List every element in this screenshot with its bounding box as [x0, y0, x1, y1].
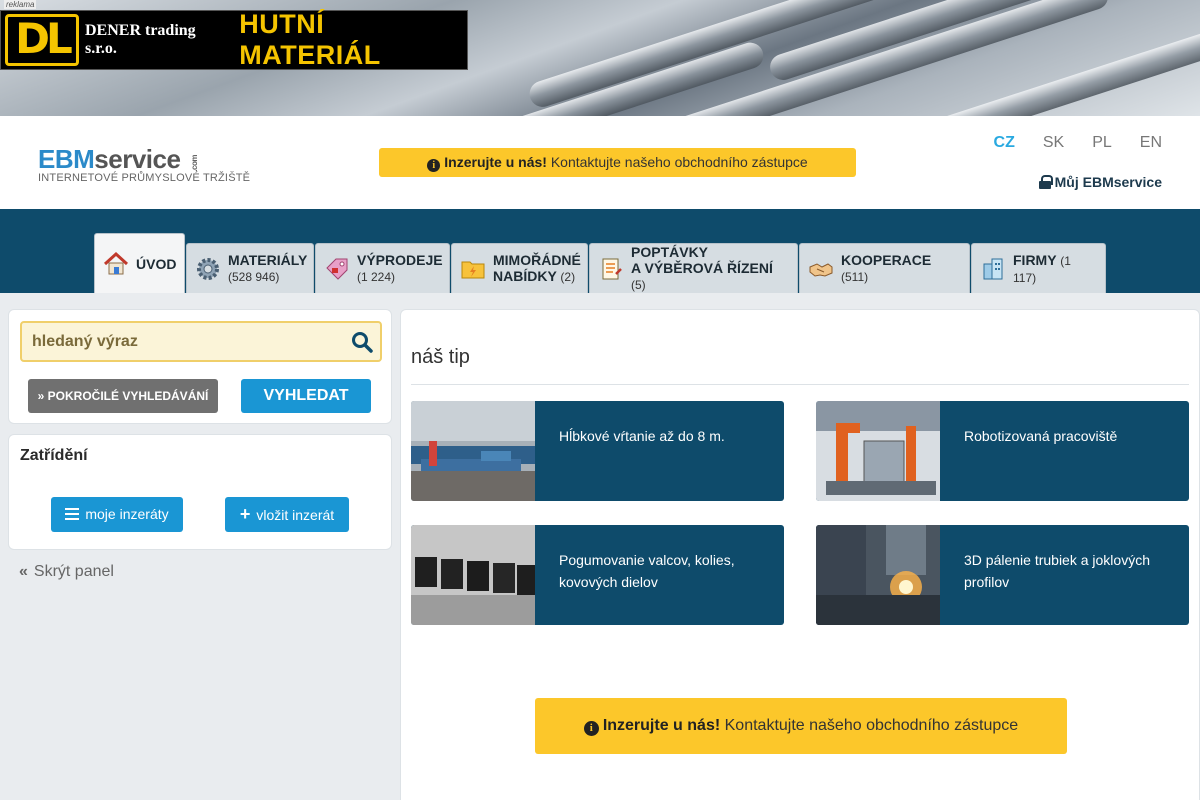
tab-label: MIMOŘÁDNÉ — [493, 252, 581, 268]
tab-count: (1 224) — [357, 270, 396, 284]
tip-card[interactable]: Pogumovanie valcov, kolies, kovových die… — [411, 525, 784, 625]
search-box — [20, 321, 382, 362]
card-title: Pogumovanie valcov, kolies, kovových die… — [559, 552, 735, 590]
my-account-link[interactable]: Můj EBMservice — [1038, 174, 1162, 190]
ad-product-name: HUTNÍ MATERIÁL — [239, 9, 381, 70]
search-input[interactable] — [22, 323, 342, 360]
hide-panel-label: Skrýt panel — [33, 563, 114, 580]
tab-label: MATERIÁLY — [228, 252, 308, 268]
sorting-panel: Zatřídění moje inzeráty + vložit inzerát — [8, 434, 392, 550]
lang-cz[interactable]: CZ — [994, 134, 1015, 152]
tab-label-2: A VÝBĚROVÁ ŘÍZENÍ — [631, 260, 773, 276]
info-icon: i — [427, 159, 441, 172]
card-title: Robotizovaná pracoviště — [964, 428, 1118, 444]
lang-en[interactable]: EN — [1140, 134, 1162, 152]
my-ads-label: moje inzeráty — [85, 506, 169, 522]
tab-count: (2) — [560, 270, 576, 284]
insert-ad-button[interactable]: + vložit inzerát — [225, 497, 349, 532]
ad-company-name: DENER trading s.r.o. — [84, 22, 196, 57]
main-nav: ÚVOD MATERIÁLY (528 946) VÝPRODEJE (1 224)… — [0, 209, 1200, 293]
card-image-drilling — [411, 401, 535, 501]
tab-label: KOOPERACE — [841, 252, 932, 268]
handshake-icon — [809, 262, 833, 277]
tip-card[interactable]: 3D pálenie trubiek a joklových profilov — [816, 525, 1189, 625]
search-submit-button[interactable]: VYHLEDAT — [241, 379, 371, 413]
lang-pl[interactable]: PL — [1092, 134, 1112, 152]
promo-bold: Inzerujte u nás! — [444, 154, 547, 170]
logo-ebm: EBM — [38, 144, 95, 174]
tab-vyprodeje[interactable]: VÝPRODEJE (1 224) — [315, 243, 450, 293]
search-panel: » POKROČILÉ VYHLEDÁVÁNÍ VYHLEDAT — [8, 309, 392, 424]
promo-bold: Inzerujte u nás! — [602, 717, 721, 734]
advanced-search-label: POKROČILÉ VYHLEDÁVÁNÍ — [47, 389, 209, 403]
ad-banner[interactable]: reklama DL DENER trading s.r.o. HUTNÍ MA… — [0, 0, 1200, 116]
card-image-laser — [816, 525, 940, 625]
my-ads-button[interactable]: moje inzeráty — [51, 497, 183, 532]
document-icon — [602, 258, 622, 279]
logo-subtitle: INTERNETOVÉ PRŮMYSLOVÉ TRŽIŠTĚ — [38, 172, 251, 184]
info-icon: i — [583, 721, 599, 736]
bottom-promo[interactable]: i Inzerujte u nás! Kontaktujte našeho obc… — [535, 698, 1067, 754]
card-image-robots — [816, 401, 940, 501]
tab-label: FIRMY — [1013, 251, 1057, 268]
ad-label: reklama — [4, 0, 37, 9]
tab-mimoradne-nabidky[interactable]: MIMOŘÁDNÉ NABÍDKY (2) — [451, 243, 588, 293]
price-tag-icon — [326, 258, 348, 280]
sorting-title: Zatřídění — [20, 447, 88, 464]
dener-logo: DL — [5, 14, 79, 66]
logo-com: .com — [190, 155, 200, 172]
tip-card[interactable]: Robotizovaná pracoviště — [816, 401, 1189, 501]
insert-ad-label: vložit inzerát — [256, 507, 335, 523]
logo-service: service — [94, 144, 181, 174]
double-chevron-left-icon: « — [19, 563, 28, 580]
list-icon — [65, 508, 80, 520]
site-header: EBMservice .com INTERNETOVÉ PRŮMYSLOVÉ TR… — [0, 116, 1200, 209]
tab-label-2: NABÍDKY — [493, 268, 557, 284]
plus-icon: + — [239, 504, 251, 524]
home-icon — [103, 251, 129, 274]
building-icon — [983, 258, 1003, 279]
lang-sk[interactable]: SK — [1043, 134, 1064, 152]
tab-count: (511) — [841, 270, 869, 284]
tab-firmy[interactable]: FIRMY (1 117) — [971, 243, 1106, 293]
card-title: 3D pálenie trubiek a joklových profilov — [964, 552, 1150, 590]
divider — [411, 384, 1189, 385]
tab-label: ÚVOD — [136, 255, 177, 272]
tip-card[interactable]: Hĺbkové vŕtanie až do 8 m. — [411, 401, 784, 501]
tab-kooperace[interactable]: KOOPERACE (511) — [799, 243, 970, 293]
ebm-logo[interactable]: EBMservice .com INTERNETOVÉ PRŮMYSLOVÉ TR… — [38, 146, 250, 184]
header-promo[interactable]: i Inzerujte u nás! Kontaktujte našeho obc… — [379, 148, 856, 177]
tab-label: POPTÁVKY — [631, 244, 709, 260]
gear-icon — [197, 257, 219, 280]
tab-materialy[interactable]: MATERIÁLY (528 946) — [186, 243, 314, 293]
card-title: Hĺbkové vŕtanie až do 8 m. — [559, 428, 725, 444]
lock-icon — [1038, 175, 1053, 189]
tip-heading: náš tip — [411, 346, 470, 368]
hide-panel-link[interactable]: « Skrýt panel — [19, 563, 114, 581]
my-account-label: Můj EBMservice — [1054, 174, 1162, 190]
language-switcher: CZ SK PL EN — [966, 134, 1162, 152]
search-icon[interactable] — [350, 330, 374, 354]
advanced-search-button[interactable]: » POKROČILÉ VYHLEDÁVÁNÍ — [28, 379, 218, 413]
double-chevron-down-icon: » — [37, 389, 45, 403]
tab-count: (5) — [631, 278, 646, 292]
tab-poptavky[interactable]: POPTÁVKY A VÝBĚROVÁ ŘÍZENÍ (5) — [589, 243, 798, 293]
main-content: náš tip Hĺbkové vŕtanie až do 8 m. Robot… — [400, 309, 1200, 800]
tab-label: VÝPRODEJE — [357, 252, 443, 268]
tab-uvod[interactable]: ÚVOD — [94, 233, 185, 293]
tab-count: (528 946) — [228, 270, 280, 284]
promo-text: Kontaktujte našeho obchodního zástupce — [724, 717, 1019, 734]
ad-dener[interactable]: DL DENER trading s.r.o. HUTNÍ MATERIÁL — [0, 9, 468, 70]
folder-icon — [461, 261, 485, 278]
promo-text: Kontaktujte našeho obchodního zástupce — [550, 154, 808, 170]
card-image-rubber — [411, 525, 535, 625]
